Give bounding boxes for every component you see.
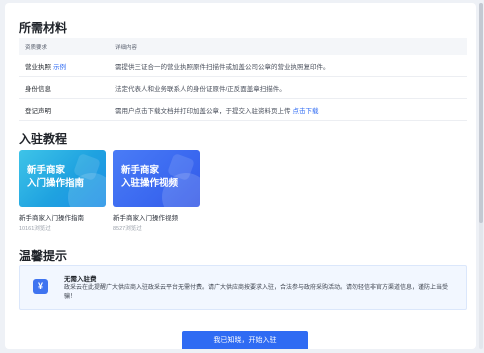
- tutorial-card-video[interactable]: 新手商家 入驻操作视频 新手商家入门操作视频 8527浏览过: [113, 150, 200, 232]
- row-detail-text: 需用户点击下载文档并打印加盖公章，于提交入驻资料页上传: [115, 107, 291, 115]
- tip-body: 政采云在此提醒广大供应商入驻政采云平台无需付费。请广大供应商按要求入驻，合法参与…: [64, 285, 449, 300]
- thumbnail-line2: 入门操作指南: [27, 178, 85, 189]
- materials-title: 所需材料: [19, 21, 68, 35]
- thumbnail-line2: 入驻操作视频: [121, 178, 179, 189]
- thumbnail-text: 新手商家 入驻操作视频: [121, 164, 178, 190]
- header-requirement: 资质要求: [25, 44, 48, 51]
- header-detail: 详细内容: [115, 44, 138, 51]
- row-name: 身份信息: [25, 85, 51, 93]
- tip-box: ¥ 无需入驻费 政采云在此提醒广大供应商入驻政采云平台无需付费。请广大供应商按要…: [19, 265, 467, 310]
- start-button[interactable]: 我已知晓，开始入驻: [182, 331, 308, 349]
- thumbnail-text: 新手商家 入门操作指南: [27, 164, 84, 190]
- row-name: 登记声明: [25, 107, 51, 115]
- card-title[interactable]: 新手商家入门操作指南: [19, 212, 106, 222]
- tutorial-thumbnail[interactable]: 新手商家 入门操作指南: [19, 150, 106, 207]
- row-name: 营业执照 示例: [19, 61, 115, 71]
- materials-table: 资质要求 详细内容 营业执照 示例 需提供三证合一的营业执照原件扫描件或加盖公司公…: [19, 38, 467, 121]
- tip-heading: 无需入驻费: [64, 276, 97, 283]
- table-row: 营业执照 示例 需提供三证合一的营业执照原件扫描件或加盖公司公章的营业执照复印件。: [19, 55, 467, 77]
- scrollbar-thumb[interactable]: [479, 3, 483, 223]
- tutorials-title: 入驻教程: [19, 132, 68, 146]
- row-detail: 需用户点击下载文档并打印加盖公章，于提交入驻资料页上传 点击下载: [115, 105, 467, 115]
- tutorial-card-guide[interactable]: 新手商家 入门操作指南 新手商家入门操作指南 10161浏览过: [19, 150, 106, 232]
- row-detail: 法定代表人和业务联系人的身份证原件/正反面盖章扫描件。: [115, 85, 286, 93]
- card-views: 8527浏览过: [113, 226, 142, 232]
- table-row: 身份信息 法定代表人和业务联系人的身份证原件/正反面盖章扫描件。: [19, 77, 467, 99]
- page-container: 所需材料 资质要求 详细内容 营业执照 示例 需提供三证合一的营业执照原件扫描件或…: [5, 3, 476, 349]
- tips-title: 温馨提示: [19, 249, 68, 263]
- table-row: 登记声明 需用户点击下载文档并打印加盖公章，于提交入驻资料页上传 点击下载: [19, 99, 467, 121]
- row-detail: 需提供三证合一的营业执照原件扫描件或加盖公司公章的营业执照复印件。: [115, 63, 330, 71]
- tutorial-cards: 新手商家 入门操作指南 新手商家入门操作指南 10161浏览过 新手商家 入驻操…: [19, 150, 200, 232]
- row-name-text: 营业执照: [25, 63, 51, 71]
- tutorial-thumbnail[interactable]: 新手商家 入驻操作视频: [113, 150, 200, 207]
- card-title[interactable]: 新手商家入门操作视频: [113, 212, 200, 222]
- yuan-icon: ¥: [33, 279, 48, 294]
- scrollbar[interactable]: [479, 3, 483, 349]
- thumbnail-line1: 新手商家: [27, 165, 66, 176]
- table-header: 资质要求 详细内容: [19, 38, 467, 55]
- example-link[interactable]: 示例: [53, 64, 66, 71]
- card-views: 10161浏览过: [19, 226, 51, 232]
- thumbnail-line1: 新手商家: [121, 165, 160, 176]
- download-link[interactable]: 点击下载: [293, 108, 319, 115]
